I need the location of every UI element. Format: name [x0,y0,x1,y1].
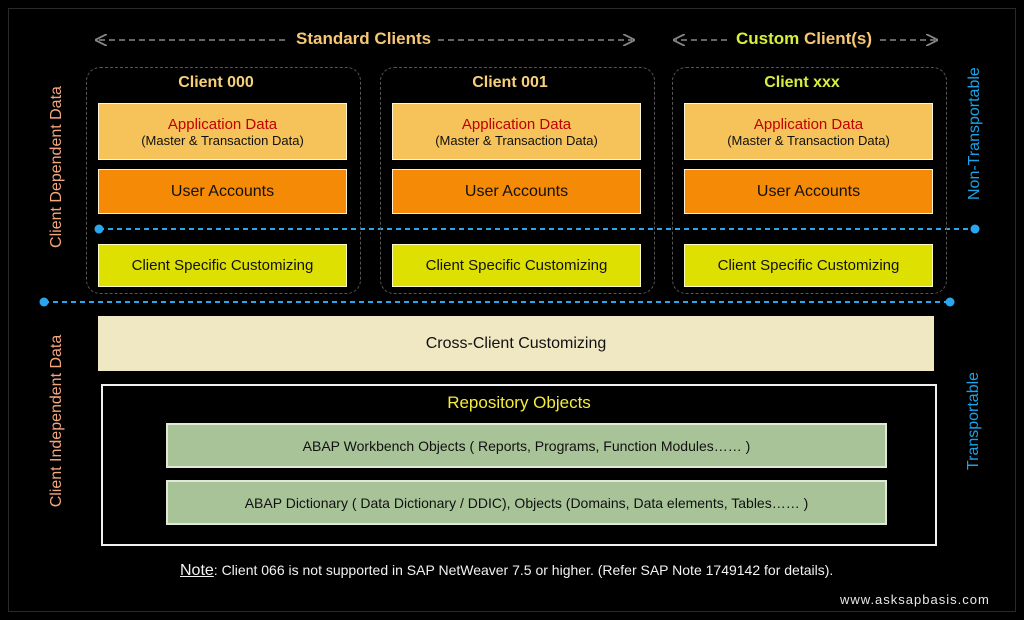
standard-clients-header: Standard Clients [296,29,431,49]
client-000-specific-customizing: Client Specific Customizing [98,244,347,287]
client-independent-label: Client Independent Data [48,334,65,508]
standard-word: Standard [296,29,370,48]
application-data-title: Application Data [461,115,572,133]
website-link[interactable]: www.asksapbasis.com [840,592,990,607]
note-body: : Client 066 is not supported in SAP Net… [213,562,834,578]
transportable-label: Transportable [965,371,982,471]
client-001-title: Client 001 [472,74,548,91]
divider-dot [945,297,955,307]
client-xxx-user-accounts: User Accounts [684,169,933,214]
client-000-user-accounts: User Accounts [98,169,347,214]
cross-client-customizing: Cross-Client Customizing [98,316,934,371]
client-001-user-accounts: User Accounts [392,169,641,214]
application-data-subtitle: (Master & Transaction Data) [141,132,304,148]
divider-dot [970,224,980,234]
client-xxx-title: Client xxx [764,74,840,91]
client-dependent-label: Client Dependent Data [48,86,65,248]
clients-word: Clients [374,29,432,48]
client-xxx-application-data: Application Data (Master & Transaction D… [684,103,933,160]
client-000-application-data: Application Data (Master & Transaction D… [98,103,347,160]
application-data-subtitle: (Master & Transaction Data) [727,132,890,148]
client-001-specific-customizing: Client Specific Customizing [392,244,641,287]
client-xxx-specific-customizing: Client Specific Customizing [684,244,933,287]
abap-dictionary-objects: ABAP Dictionary ( Data Dictionary / DDIC… [166,480,887,525]
non-transportable-label: Non-Transportable [966,67,983,200]
application-data-subtitle: (Master & Transaction Data) [435,132,598,148]
custom-clients-header: Custom Client(s) [736,29,872,49]
application-data-title: Application Data [167,115,278,133]
note-label: Note [180,562,214,579]
note-text: Note: Client 066 is not supported in SAP… [180,562,833,580]
custom-word: Custom [736,29,800,48]
repository-objects-title: Repository Objects [447,393,591,412]
abap-workbench-objects: ABAP Workbench Objects ( Reports, Progra… [166,423,887,468]
divider-dot [39,297,49,307]
client-000-title: Client 000 [178,74,254,91]
client-001-application-data: Application Data (Master & Transaction D… [392,103,641,160]
application-data-title: Application Data [753,115,864,133]
client-s-word: Client(s) [804,29,873,48]
